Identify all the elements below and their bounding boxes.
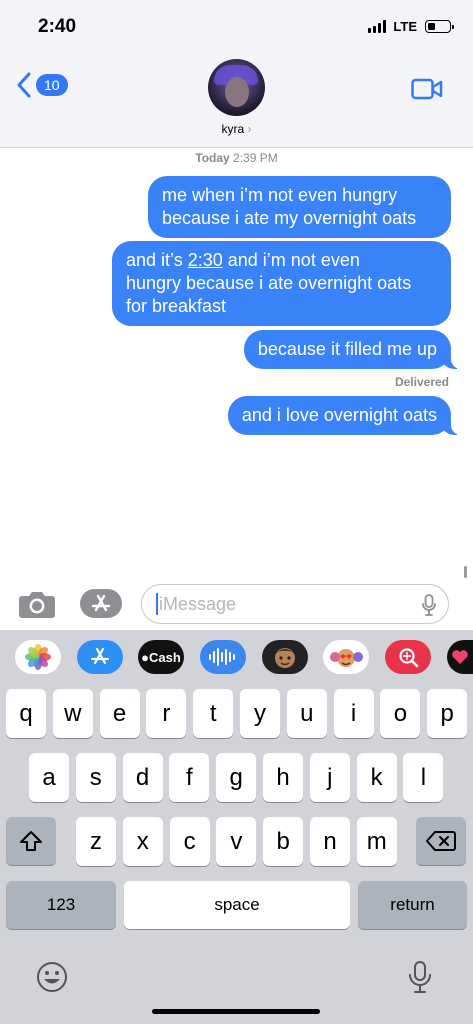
contact-name[interactable]: kyra › xyxy=(0,122,473,136)
app-digital-touch[interactable] xyxy=(447,640,473,674)
key-h[interactable]: h xyxy=(263,753,303,802)
cellular-signal-icon xyxy=(368,20,387,33)
key-m[interactable]: m xyxy=(356,817,397,866)
app-store-app[interactable] xyxy=(77,640,123,674)
message-input-container[interactable] xyxy=(141,584,449,624)
conversation-header: 2:40 LTE 10 kyra › xyxy=(0,0,473,148)
sent-message-bubble[interactable]: and it’s 2:30 and i’m not even hungry be… xyxy=(112,241,451,326)
key-a[interactable]: a xyxy=(29,753,69,802)
key-w[interactable]: w xyxy=(52,689,93,738)
contact-name-label: kyra xyxy=(221,122,245,136)
memoji-icon xyxy=(275,648,295,668)
apple-cash-icon: ●Cash xyxy=(141,649,181,665)
key-q[interactable]: q xyxy=(6,689,46,738)
message-timestamp: Today 2:39 PM xyxy=(195,151,278,165)
imessage-app-drawer: ●Cash xyxy=(0,630,473,686)
web-search-icon xyxy=(399,648,419,668)
app-web-search[interactable] xyxy=(385,640,431,674)
key-x[interactable]: x xyxy=(122,817,163,866)
key-d[interactable]: d xyxy=(122,753,163,802)
sent-message-bubble[interactable]: me when i’m not even hungry because i at… xyxy=(148,176,451,238)
delivered-status: Delivered xyxy=(394,375,449,389)
key-s[interactable]: s xyxy=(75,753,116,802)
key-v[interactable]: v xyxy=(216,817,257,866)
scroll-indicator[interactable] xyxy=(464,566,467,578)
sent-message-bubble[interactable]: because it filled me up xyxy=(243,330,462,369)
status-indicators: LTE xyxy=(368,19,454,34)
battery-level xyxy=(427,22,435,30)
audio-message-icon xyxy=(209,648,235,666)
memoji-stickers-icon xyxy=(330,649,363,667)
text-cursor xyxy=(156,593,158,615)
shift-icon xyxy=(20,831,42,851)
dictation-button[interactable] xyxy=(422,594,436,621)
unread-count-badge: 10 xyxy=(36,74,68,96)
emoji-button[interactable] xyxy=(35,960,69,999)
app-memoji-stickers[interactable] xyxy=(323,640,369,674)
microphone-icon xyxy=(422,594,436,616)
key-r[interactable]: r xyxy=(146,689,187,738)
app-apple-cash[interactable]: ●Cash xyxy=(138,640,184,674)
key-j[interactable]: j xyxy=(309,753,350,802)
status-time: 2:40 xyxy=(38,16,77,37)
app-memoji[interactable] xyxy=(262,640,308,674)
key-b[interactable]: b xyxy=(263,817,304,866)
app-photos[interactable] xyxy=(15,640,61,674)
photos-icon xyxy=(25,644,51,670)
detected-time-link[interactable]: 2:30 xyxy=(188,250,223,270)
delete-key[interactable] xyxy=(416,817,466,865)
key-n[interactable]: n xyxy=(310,817,350,866)
key-c[interactable]: c xyxy=(169,817,210,866)
key-p[interactable]: p xyxy=(427,689,468,738)
key-i[interactable]: i xyxy=(333,689,374,738)
back-button[interactable]: 10 xyxy=(16,72,68,98)
app-audio-message[interactable] xyxy=(200,640,246,674)
key-k[interactable]: k xyxy=(356,753,397,802)
contact-avatar[interactable] xyxy=(208,59,265,116)
microphone-icon xyxy=(409,961,431,993)
home-indicator[interactable] xyxy=(152,1009,320,1014)
keyboard-dictation-button[interactable] xyxy=(408,960,432,999)
network-type: LTE xyxy=(393,19,417,34)
emoji-icon xyxy=(37,962,67,992)
chevron-right-icon: › xyxy=(247,122,252,136)
digital-touch-icon xyxy=(452,650,468,664)
camera-button[interactable] xyxy=(18,589,56,624)
numbers-key[interactable]: 123 xyxy=(6,881,116,929)
key-e[interactable]: e xyxy=(99,689,140,738)
message-input[interactable] xyxy=(159,593,409,615)
return-key[interactable]: return xyxy=(358,881,467,929)
sent-message-bubble[interactable]: and i love overnight oats xyxy=(227,396,462,435)
shift-key[interactable] xyxy=(6,817,56,865)
app-store-icon xyxy=(91,594,111,611)
battery-icon xyxy=(425,20,454,33)
key-z[interactable]: z xyxy=(76,817,116,866)
key-y[interactable]: y xyxy=(240,689,280,738)
facetime-video-button[interactable] xyxy=(411,78,443,105)
app-store-icon xyxy=(90,647,110,665)
key-g[interactable]: g xyxy=(216,753,257,802)
key-l[interactable]: l xyxy=(403,753,444,802)
key-t[interactable]: t xyxy=(193,689,234,738)
camera-icon xyxy=(19,592,55,618)
key-f[interactable]: f xyxy=(169,753,210,802)
space-key[interactable]: space xyxy=(124,881,350,929)
chevron-left-icon xyxy=(17,72,31,98)
key-o[interactable]: o xyxy=(380,689,421,738)
video-camera-icon xyxy=(411,78,443,100)
key-u[interactable]: u xyxy=(286,689,327,738)
keyboard: qwertyuiop asdfghjkl zxcvbnm 123 space r… xyxy=(0,686,473,1024)
backspace-icon xyxy=(426,831,456,851)
app-store-button[interactable] xyxy=(80,589,122,618)
